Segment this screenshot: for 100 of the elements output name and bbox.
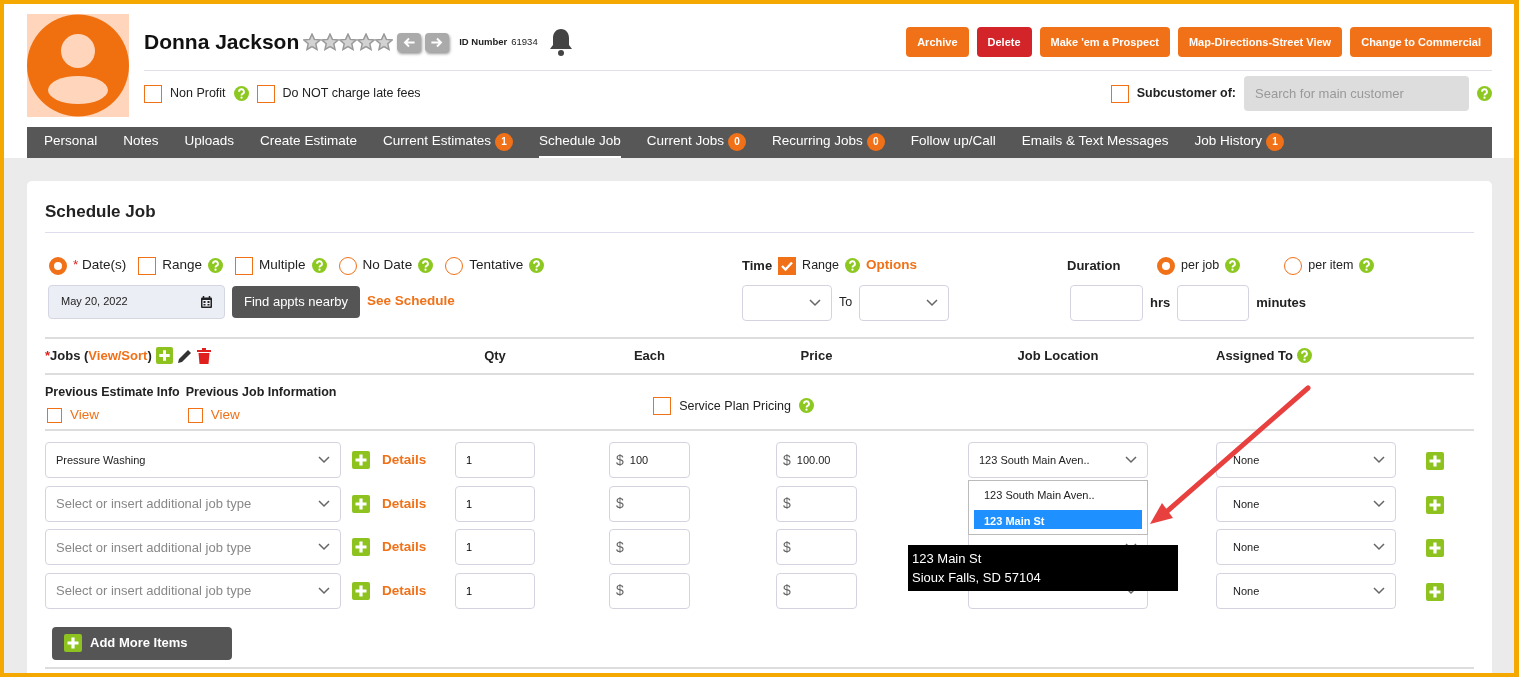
chevron-icon[interactable]: [1373, 586, 1385, 595]
star-icon[interactable]: [375, 33, 394, 51]
add-icon[interactable]: [352, 451, 370, 470]
quantity-field[interactable]: 1: [455, 442, 535, 479]
help-icon[interactable]: [418, 258, 434, 273]
search-field[interactable]: Search for main customer: [1244, 76, 1469, 111]
checkbox[interactable]: [653, 396, 672, 415]
bell-icon[interactable]: [547, 27, 574, 57]
price-field[interactable]: $: [609, 485, 690, 522]
checkbox[interactable]: [256, 84, 275, 103]
quantity-field[interactable]: 1: [455, 572, 535, 609]
add-icon[interactable]: [1426, 452, 1444, 471]
chevron-icon[interactable]: [809, 298, 821, 307]
job-type-select[interactable]: Select or insert additional job type: [45, 529, 341, 566]
price-field[interactable]: $: [776, 572, 857, 609]
calendar-icon[interactable]: [201, 295, 212, 308]
help-icon[interactable]: [208, 258, 224, 273]
count-badge: 0: [728, 132, 747, 151]
star-icon[interactable]: [339, 33, 358, 51]
nav-tab[interactable]: Current Jobs 0: [646, 127, 747, 158]
nav-tab[interactable]: Personal: [44, 127, 98, 158]
checkbox[interactable]: [187, 407, 203, 423]
assigned-select[interactable]: None: [1216, 485, 1396, 522]
price-field[interactable]: $: [776, 485, 857, 522]
radio-button[interactable]: [49, 256, 67, 275]
add-items-button[interactable]: Add More Items: [52, 626, 232, 660]
nav-tab[interactable]: Emails & Text Messages: [1021, 127, 1169, 158]
trash-icon[interactable]: [196, 347, 211, 364]
nav-tab[interactable]: Uploads: [184, 127, 235, 158]
hours-field[interactable]: [1070, 284, 1143, 321]
add-icon[interactable]: [1426, 539, 1444, 558]
help-icon[interactable]: [1225, 258, 1241, 273]
chevron-icon[interactable]: [1373, 456, 1385, 465]
pencil-icon[interactable]: [176, 347, 193, 364]
price-field[interactable]: $ 100.00: [776, 442, 857, 479]
nav-tab[interactable]: Create Estimate: [260, 127, 357, 158]
job-type-select[interactable]: Select or insert additional job type: [45, 572, 341, 609]
checkbox[interactable]: [138, 256, 157, 275]
plus-icon[interactable]: [64, 634, 82, 652]
radio-button[interactable]: [1157, 256, 1175, 275]
help-icon[interactable]: [1359, 258, 1375, 273]
price-field[interactable]: $ 100: [609, 442, 690, 479]
quantity-field[interactable]: 1: [455, 529, 535, 566]
assigned-select[interactable]: None: [1216, 572, 1396, 609]
checkbox[interactable]: [235, 256, 254, 275]
help-icon[interactable]: [311, 258, 327, 273]
price-field[interactable]: $: [776, 529, 857, 566]
radio-button[interactable]: [1284, 256, 1303, 275]
help-icon[interactable]: [233, 86, 249, 101]
price-field[interactable]: $: [609, 572, 690, 609]
help-icon[interactable]: [799, 398, 814, 414]
action-button[interactable]: Delete: [976, 27, 1032, 57]
checkbox[interactable]: [778, 256, 797, 275]
star-icon[interactable]: [357, 33, 376, 51]
add-icon[interactable]: [352, 538, 370, 557]
add-icon[interactable]: [1426, 582, 1444, 601]
add-icon[interactable]: [352, 494, 370, 513]
chevron-icon[interactable]: [1125, 456, 1137, 465]
help-icon[interactable]: [844, 258, 860, 273]
help-icon[interactable]: [1477, 86, 1492, 101]
minutes-field[interactable]: [1177, 284, 1250, 321]
job-type-select[interactable]: Select or insert additional job type: [45, 485, 341, 522]
dropdown-option[interactable]: 123 South Main Aven..: [974, 484, 1142, 503]
checkbox[interactable]: [1110, 84, 1129, 103]
chevron-icon[interactable]: [318, 543, 330, 552]
location-select[interactable]: 123 South Main Aven..: [968, 442, 1148, 479]
nav-tab[interactable]: Job History 1: [1194, 127, 1284, 158]
help-icon[interactable]: [1297, 348, 1313, 363]
column-header: Price: [800, 346, 833, 365]
assigned-select[interactable]: None: [1216, 442, 1396, 479]
find-button[interactable]: Find appts nearby: [232, 285, 361, 318]
nav-tab[interactable]: Follow up/Call: [910, 127, 996, 158]
chevron-icon[interactable]: [318, 499, 330, 508]
assigned-select[interactable]: None: [1216, 529, 1396, 566]
chevron-icon[interactable]: [926, 298, 939, 307]
nav-tab[interactable]: Recurring Jobs 0: [772, 127, 885, 158]
add-icon[interactable]: [352, 581, 370, 600]
checkbox[interactable]: [144, 84, 162, 103]
radio-button[interactable]: [338, 256, 357, 275]
count-badge: 1: [494, 132, 513, 151]
help-icon[interactable]: [529, 258, 545, 273]
nav-tab[interactable]: Notes: [123, 127, 159, 158]
chevron-icon[interactable]: [318, 456, 330, 465]
job-type-select[interactable]: Pressure Washing: [45, 442, 341, 479]
price-field[interactable]: $: [609, 529, 690, 566]
date-field[interactable]: May 20, 2022: [48, 284, 225, 319]
nav-tab[interactable]: Current Estimates 1: [382, 127, 513, 158]
chevron-icon[interactable]: [318, 586, 330, 595]
star-icon[interactable]: [321, 33, 340, 51]
quantity-field[interactable]: 1: [455, 485, 535, 522]
previous-info-label: Previous Estimate Info: [45, 383, 180, 401]
add-icon[interactable]: [1426, 495, 1444, 514]
chevron-icon[interactable]: [1373, 499, 1385, 508]
checkbox[interactable]: [47, 407, 62, 423]
star-icon[interactable]: [303, 33, 322, 51]
star-rating[interactable]: [303, 33, 394, 51]
chevron-icon[interactable]: [1373, 543, 1385, 552]
column-header: Job Location: [1017, 346, 1099, 365]
radio-button[interactable]: [445, 256, 464, 275]
previous-info-label: Previous Job Information: [185, 383, 337, 401]
